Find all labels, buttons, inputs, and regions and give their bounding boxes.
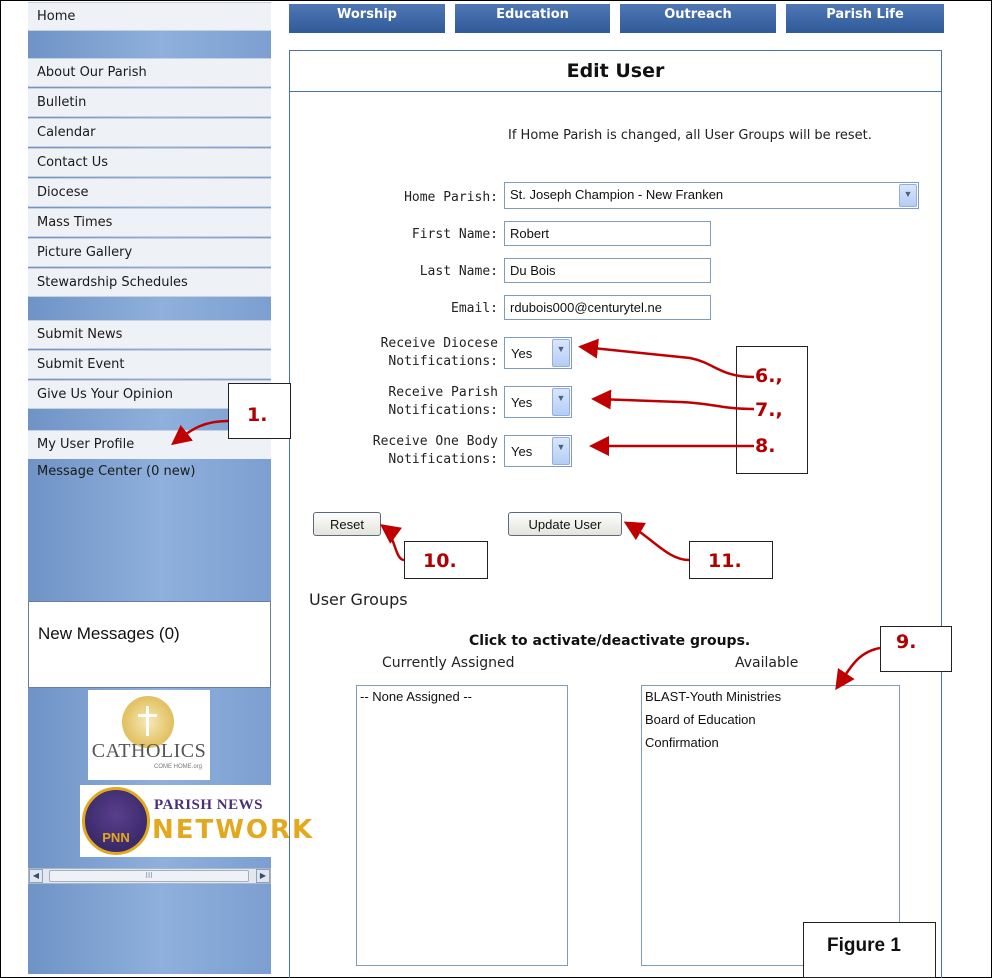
last-name-label: Last Name: <box>419 264 498 279</box>
sidebar-item-about[interactable]: About Our Parish <box>28 58 271 87</box>
chevron-down-icon[interactable]: ▼ <box>552 388 570 416</box>
currently-assigned-header: Currently Assigned <box>382 655 515 671</box>
sidebar-item-bulletin[interactable]: Bulletin <box>28 88 271 117</box>
sidebar-item-message-center[interactable]: Message Center (0 new) <box>28 458 271 487</box>
new-messages-panel[interactable]: New Messages (0) <box>28 601 271 688</box>
tab-worship[interactable]: Worship <box>289 4 445 33</box>
first-name-field[interactable]: Robert <box>504 221 711 246</box>
diocese-notifications-value: Yes <box>511 346 533 361</box>
sidebar-item-stewardship[interactable]: Stewardship Schedules <box>28 268 271 297</box>
callout-9: 9. <box>880 626 952 672</box>
home-parish-note: If Home Parish is changed, all User Grou… <box>508 128 872 143</box>
tab-outreach[interactable]: Outreach <box>620 4 776 33</box>
scroll-right-icon[interactable]: ▶ <box>256 869 270 883</box>
parish-notifications-value: Yes <box>511 395 533 410</box>
user-groups-title: User Groups <box>309 590 408 609</box>
onebody-notifications-select[interactable]: Yes ▼ <box>504 435 572 467</box>
home-parish-value: St. Joseph Champion - New Franken <box>510 187 724 202</box>
sidebar-item-contact[interactable]: Contact Us <box>28 148 271 177</box>
logo-word: CATHOLICS <box>91 740 207 762</box>
pnn-badge-icon: PNN <box>82 787 150 855</box>
sidebar: Home About Our Parish Bulletin Calendar … <box>28 2 312 974</box>
page-title: Edit User <box>289 50 942 92</box>
logo-sub: COME HOME.org <box>154 764 203 770</box>
list-item[interactable]: -- None Assigned -- <box>357 686 567 709</box>
available-header: Available <box>735 655 799 671</box>
assigned-groups-list[interactable]: -- None Assigned -- <box>356 685 568 966</box>
parish-notifications-label: Receive Parish Notifications: <box>388 385 498 418</box>
reset-button[interactable]: Reset <box>313 512 381 536</box>
groups-hint: Click to activate/deactivate groups. <box>469 633 751 649</box>
chevron-down-icon[interactable]: ▼ <box>552 437 570 465</box>
sidebar-item-submit-news[interactable]: Submit News <box>28 320 271 349</box>
list-item[interactable]: Confirmation <box>642 732 899 755</box>
first-name-label: First Name: <box>411 227 498 242</box>
chevron-down-icon[interactable]: ▼ <box>552 339 570 367</box>
onebody-notifications-value: Yes <box>511 444 533 459</box>
chevron-down-icon[interactable]: ▼ <box>899 184 917 207</box>
diocese-notifications-select[interactable]: Yes ▼ <box>504 337 572 369</box>
callout-1: 1. <box>228 383 291 439</box>
parish-notifications-select[interactable]: Yes ▼ <box>504 386 572 418</box>
sidebar-item-diocese[interactable]: Diocese <box>28 178 271 207</box>
scrollbar-thumb[interactable]: III <box>49 870 249 882</box>
pnn-line1: PARISH NEWS <box>154 797 263 813</box>
callout-6-label: 6., <box>755 365 783 387</box>
catholics-come-home-logo[interactable]: CATHOLICS COME HOME.org <box>88 690 210 780</box>
onebody-notifications-label: Receive One Body Notifications: <box>372 434 498 467</box>
tab-parish-life[interactable]: Parish Life <box>786 4 944 33</box>
last-name-field[interactable]: Du Bois <box>504 258 711 283</box>
callout-6-7-8: 6., 7., 8. <box>736 346 808 474</box>
callout-10: 10. <box>404 541 488 579</box>
figure-label: Figure 1 <box>803 922 936 978</box>
diocese-notifications-label: Receive Diocese Notifications: <box>380 336 498 369</box>
parish-news-network-logo[interactable]: PNN PARISH NEWS NETWORK <box>80 785 312 857</box>
email-field[interactable]: rdubois000@centurytel.ne <box>504 295 711 320</box>
scroll-left-icon[interactable]: ◀ <box>29 869 43 883</box>
horizontal-scrollbar[interactable]: ◀ III ▶ <box>28 868 271 884</box>
callout-8-label: 8. <box>755 435 776 457</box>
sidebar-item-mass-times[interactable]: Mass Times <box>28 208 271 237</box>
sidebar-item-calendar[interactable]: Calendar <box>28 118 271 147</box>
callout-11: 11. <box>689 541 773 579</box>
list-item[interactable]: Board of Education <box>642 709 899 732</box>
sidebar-item-submit-event[interactable]: Submit Event <box>28 350 271 379</box>
home-parish-select[interactable]: St. Joseph Champion - New Franken ▼ <box>504 182 919 209</box>
email-label: Email: <box>451 301 498 316</box>
sidebar-item-picture-gallery[interactable]: Picture Gallery <box>28 238 271 267</box>
home-parish-label: Home Parish: <box>404 190 498 205</box>
tab-education[interactable]: Education <box>455 4 610 33</box>
sidebar-item-home[interactable]: Home <box>28 2 271 31</box>
list-item[interactable]: BLAST-Youth Ministries <box>642 686 899 709</box>
callout-7-label: 7., <box>755 399 783 421</box>
update-user-button[interactable]: Update User <box>508 512 622 536</box>
